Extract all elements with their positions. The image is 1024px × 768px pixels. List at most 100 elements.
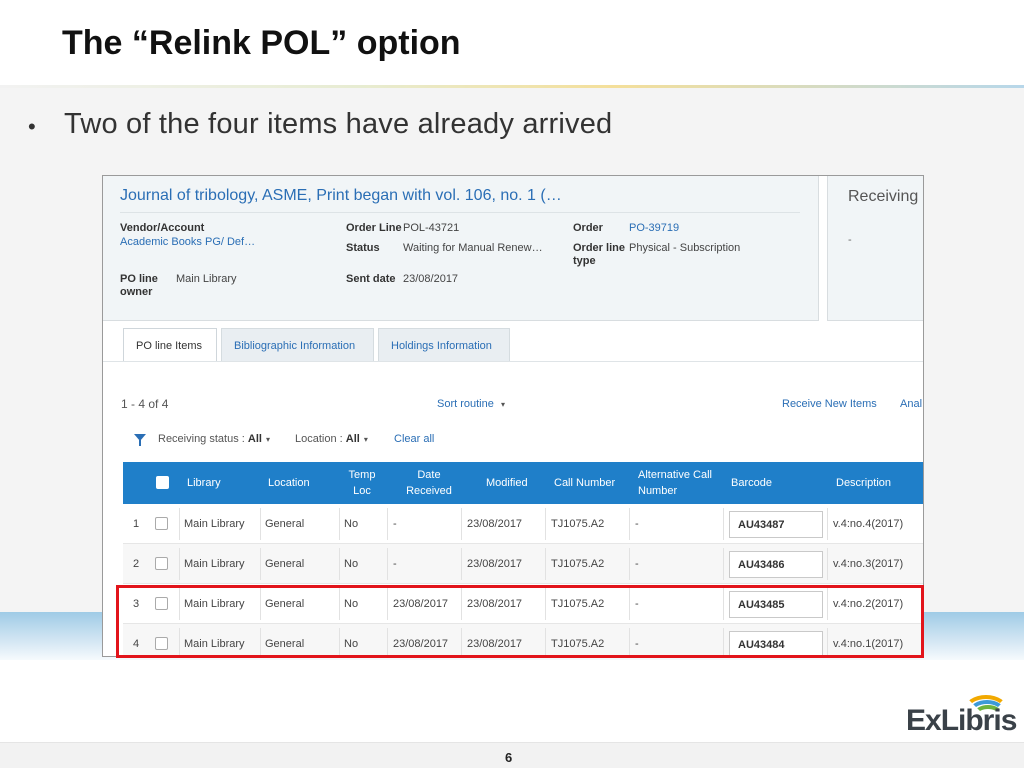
po-line-owner-value: Main Library bbox=[176, 273, 237, 285]
row-checkbox[interactable] bbox=[155, 557, 168, 570]
arrived-items-highlight bbox=[116, 585, 924, 658]
order-line-type-value: Physical - Subscription bbox=[629, 242, 741, 254]
receiving-status-filter[interactable]: Receiving status : All ▾ bbox=[158, 433, 270, 445]
row-number: 2 bbox=[133, 558, 140, 570]
cell-divider bbox=[339, 548, 340, 580]
cell-temp-loc: No bbox=[344, 518, 359, 530]
cell-call-number: TJ1075.A2 bbox=[551, 518, 605, 530]
column-description[interactable]: Description bbox=[836, 462, 891, 504]
cell-divider bbox=[339, 508, 340, 540]
logo-text: ExLibris bbox=[906, 704, 1017, 737]
cell-divider bbox=[387, 508, 388, 540]
column-modified[interactable]: Modified bbox=[486, 462, 528, 504]
receiving-notes-value: - bbox=[848, 234, 852, 246]
row-number: 1 bbox=[133, 518, 140, 530]
cell-modified: 23/08/2017 bbox=[467, 518, 523, 530]
location-filter-value: All bbox=[345, 433, 360, 445]
column-alt-call-line2: Number bbox=[638, 485, 678, 497]
location-filter-label: Location : bbox=[295, 433, 343, 445]
cell-divider bbox=[629, 548, 630, 580]
cell-description: v.4:no.3(2017) bbox=[833, 558, 904, 570]
status-label: Status bbox=[346, 242, 380, 254]
vendor-label: Vendor/Account bbox=[120, 222, 205, 234]
page-number: 6 bbox=[505, 750, 513, 765]
cell-library: Main Library bbox=[184, 518, 245, 530]
barcode-input[interactable]: AU43487 bbox=[729, 511, 823, 538]
cell-divider bbox=[723, 508, 724, 540]
table-row: 1 Main Library General No - 23/08/2017 T… bbox=[123, 504, 923, 544]
cell-divider bbox=[827, 548, 828, 580]
cell-divider bbox=[461, 548, 462, 580]
cell-divider bbox=[179, 508, 180, 540]
results-count: 1 - 4 of 4 bbox=[121, 397, 169, 411]
cell-call-number: TJ1075.A2 bbox=[551, 558, 605, 570]
cell-description: v.4:no.4(2017) bbox=[833, 518, 904, 530]
receiving-status-value: All bbox=[247, 433, 262, 445]
tabs-divider bbox=[103, 361, 923, 362]
cell-temp-loc: No bbox=[344, 558, 359, 570]
slide-title: The “Relink POL” option bbox=[62, 24, 461, 62]
filter-icon[interactable] bbox=[134, 434, 146, 446]
cell-divider bbox=[545, 548, 546, 580]
column-alt-call-line1: Alternative Call bbox=[638, 469, 712, 481]
column-temp-loc-line1: Temp bbox=[348, 469, 376, 481]
order-label: Order bbox=[573, 222, 603, 234]
bullet-marker: • bbox=[28, 114, 36, 139]
cell-divider bbox=[629, 508, 630, 540]
cell-alt-call-number: - bbox=[635, 558, 639, 570]
receive-new-items-link[interactable]: Receive New Items bbox=[782, 398, 877, 410]
cell-divider bbox=[545, 508, 546, 540]
chevron-down-icon: ▾ bbox=[265, 435, 270, 444]
cell-date-received: - bbox=[393, 558, 397, 570]
status-value: Waiting for Manual Renew… bbox=[403, 242, 543, 254]
po-line-owner-label-1: PO line bbox=[120, 273, 158, 285]
sent-date-label: Sent date bbox=[346, 273, 396, 285]
order-link[interactable]: PO-39719 bbox=[629, 222, 679, 235]
column-alternative-call-number[interactable]: Alternative Call Number bbox=[638, 462, 712, 504]
cell-divider bbox=[179, 548, 180, 580]
column-temp-loc-line2: Loc bbox=[353, 485, 371, 497]
sort-routine-dropdown[interactable]: Sort routine ▾ bbox=[437, 398, 505, 410]
cell-date-received: - bbox=[393, 518, 397, 530]
chevron-down-icon: ▾ bbox=[500, 400, 505, 409]
vendor-link[interactable]: Academic Books PG/ Def… bbox=[120, 236, 255, 249]
column-date-received-line1: Date bbox=[417, 469, 441, 481]
cell-divider bbox=[387, 548, 388, 580]
barcode-input[interactable]: AU43486 bbox=[729, 551, 823, 578]
items-table-header: Library Location Temp Loc Date Received Mo… bbox=[123, 462, 923, 504]
po-line-summary-card: Journal of tribology, ASME, Print began … bbox=[103, 176, 819, 321]
exlibris-logo: ExLibris bbox=[906, 695, 1017, 741]
table-row: 2 Main Library General No - 23/08/2017 T… bbox=[123, 544, 923, 584]
tab-holdings-information[interactable]: Holdings Information bbox=[378, 328, 510, 362]
cell-divider bbox=[260, 508, 261, 540]
cell-alt-call-number: - bbox=[635, 518, 639, 530]
receiving-status-label: Receiving status : bbox=[158, 433, 245, 445]
column-temp-loc[interactable]: Temp Loc bbox=[343, 462, 381, 504]
chevron-down-icon: ▾ bbox=[363, 435, 368, 444]
cell-location: General bbox=[265, 518, 305, 530]
tab-po-line-items[interactable]: PO line Items bbox=[123, 328, 217, 362]
sort-routine-label: Sort routine bbox=[437, 398, 494, 410]
column-date-received[interactable]: Date Received bbox=[403, 462, 455, 504]
po-line-title[interactable]: Journal of tribology, ASME, Print began … bbox=[120, 187, 562, 205]
order-line-type-label-1: Order line bbox=[573, 242, 625, 254]
bullet-text: Two of the four items have already arriv… bbox=[64, 108, 613, 140]
column-call-number[interactable]: Call Number bbox=[554, 462, 615, 504]
column-barcode[interactable]: Barcode bbox=[731, 462, 772, 504]
column-location[interactable]: Location bbox=[268, 462, 310, 504]
receiving-notes-card: Receiving n - bbox=[827, 176, 924, 321]
more-actions-link[interactable]: Anal bbox=[900, 398, 922, 410]
select-all-checkbox[interactable] bbox=[156, 476, 169, 489]
cell-location: General bbox=[265, 558, 305, 570]
column-library[interactable]: Library bbox=[187, 462, 221, 504]
clear-all-filters-link[interactable]: Clear all bbox=[394, 433, 434, 445]
cell-modified: 23/08/2017 bbox=[467, 558, 523, 570]
cell-divider bbox=[723, 548, 724, 580]
location-filter[interactable]: Location : All ▾ bbox=[295, 433, 368, 445]
row-checkbox[interactable] bbox=[155, 517, 168, 530]
cell-library: Main Library bbox=[184, 558, 245, 570]
tab-bibliographic-information[interactable]: Bibliographic Information bbox=[221, 328, 374, 362]
order-line-value: POL-43721 bbox=[403, 222, 460, 234]
receiving-notes-title: Receiving n bbox=[848, 188, 924, 205]
cell-divider bbox=[827, 508, 828, 540]
